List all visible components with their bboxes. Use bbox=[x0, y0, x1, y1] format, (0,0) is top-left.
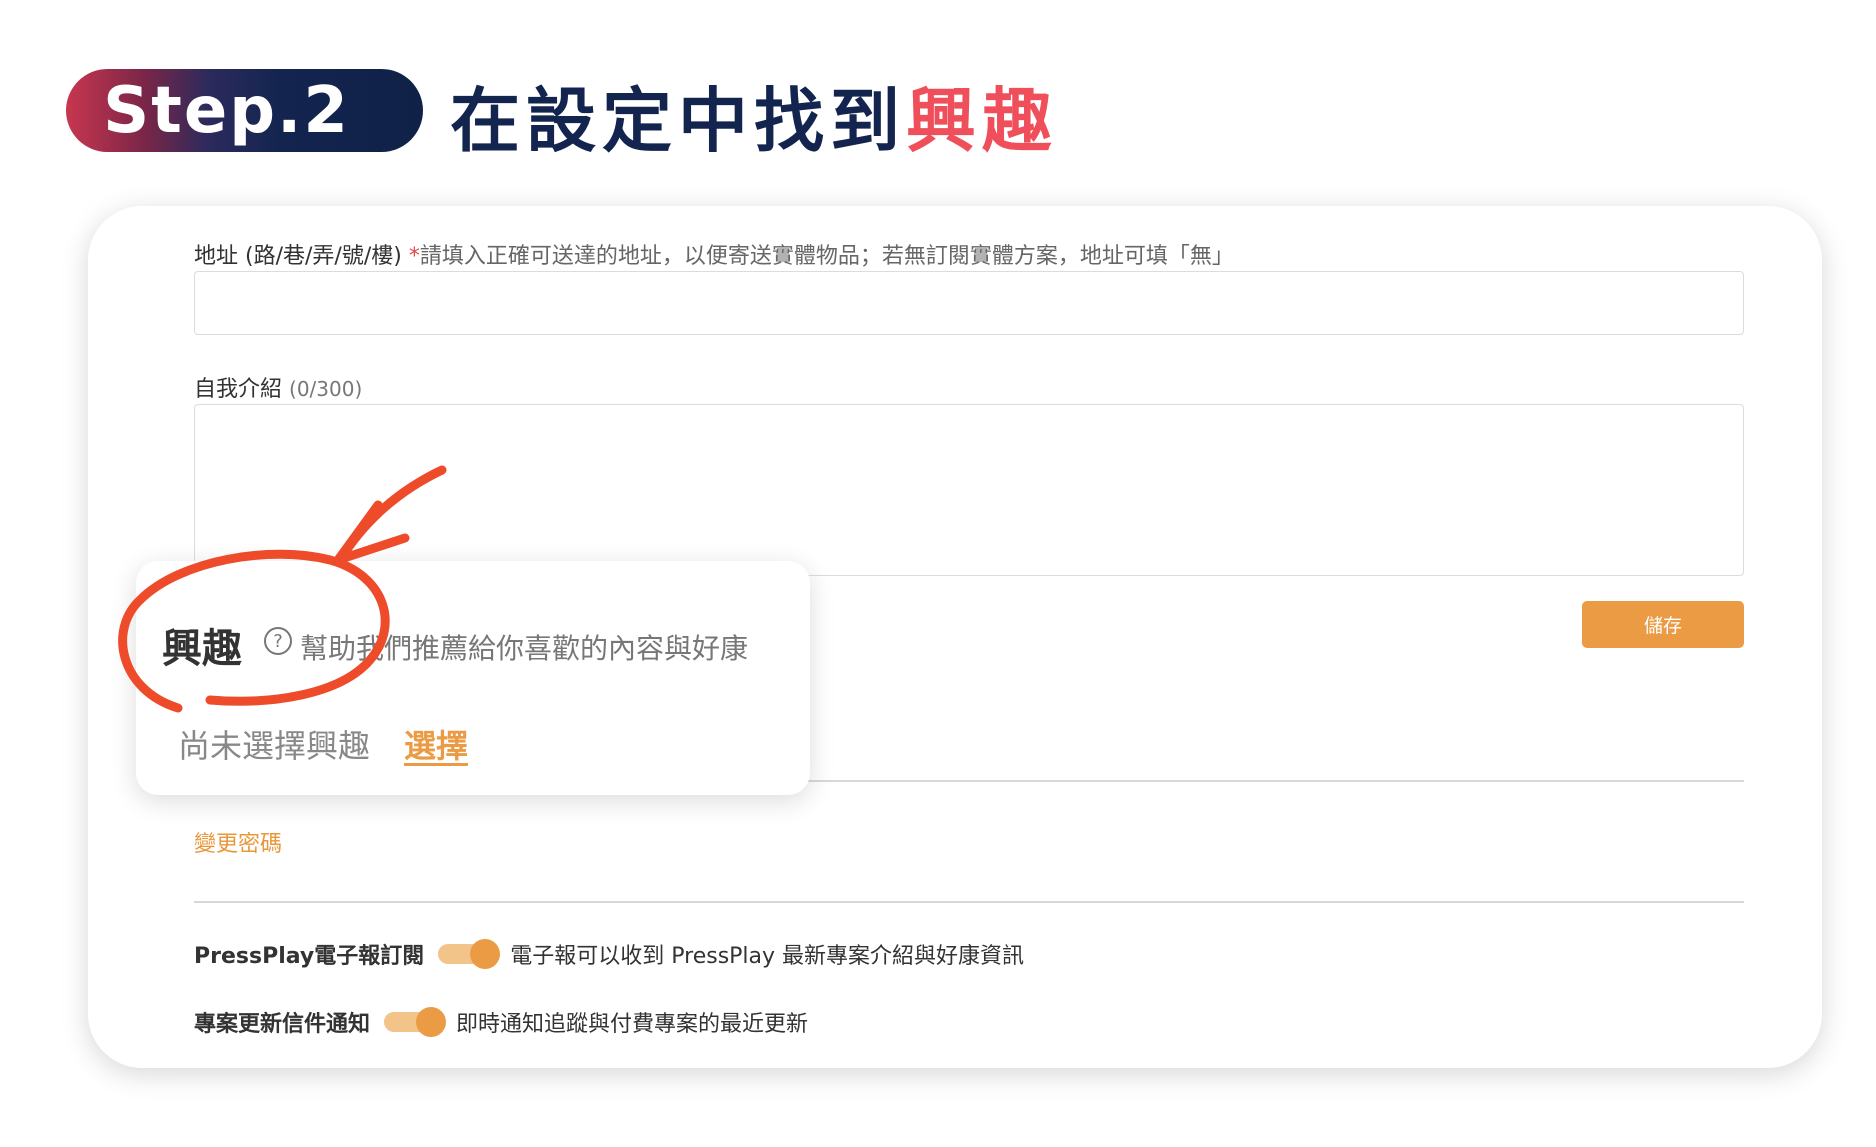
newsletter-toggle[interactable] bbox=[438, 939, 501, 969]
newsletter-description: 電子報可以收到 PressPlay 最新專案介紹與好康資訊 bbox=[510, 944, 1025, 969]
newsletter-row: PressPlay電子報訂閱 電子報可以收到 PressPlay 最新專案介紹與… bbox=[194, 938, 1024, 970]
bio-label: 自我介紹 (0/300) bbox=[194, 377, 363, 402]
title-highlight: 興趣 bbox=[906, 79, 1058, 162]
divider bbox=[194, 901, 1744, 903]
toggle-knob bbox=[416, 1007, 447, 1037]
step-label: Step.2 bbox=[103, 73, 350, 148]
step-badge: Step.2 bbox=[66, 69, 423, 152]
project-update-label: 專案更新信件通知 bbox=[194, 1012, 371, 1037]
page-title: 在設定中找到 興趣 bbox=[450, 70, 1058, 162]
required-mark: * bbox=[408, 244, 420, 269]
address-hint: 請填入正確可送達的地址，以便寄送實體物品；若無訂閱實體方案，地址可填「無」 bbox=[419, 244, 1234, 269]
interest-empty-text: 尚未選擇興趣 bbox=[178, 727, 371, 765]
page: Step.2 在設定中找到 興趣 地址 (路/巷/弄/號/樓) *請填入正確可送達… bbox=[0, 0, 1876, 1147]
address-label: 地址 (路/巷/弄/號/樓) *請填入正確可送達的地址，以便寄送實體物品；若無訂… bbox=[194, 244, 1234, 269]
title-main: 在設定中找到 bbox=[450, 79, 906, 162]
interest-title: 興趣 bbox=[162, 626, 242, 672]
interest-select-link[interactable]: 選擇 bbox=[404, 721, 468, 767]
project-update-row: 專案更新信件通知 即時通知追蹤與付費專案的最近更新 bbox=[194, 1006, 808, 1038]
change-password-link[interactable]: 變更密碼 bbox=[194, 826, 282, 858]
project-update-description: 即時通知追蹤與付費專案的最近更新 bbox=[456, 1012, 809, 1037]
save-button[interactable]: 儲存 bbox=[1582, 601, 1744, 648]
project-update-toggle[interactable] bbox=[384, 1007, 447, 1037]
bio-textarea[interactable] bbox=[194, 404, 1744, 576]
help-icon[interactable]: ? bbox=[264, 627, 292, 655]
toggle-knob bbox=[470, 939, 501, 969]
address-input[interactable] bbox=[194, 271, 1744, 335]
newsletter-label: PressPlay電子報訂閱 bbox=[194, 944, 425, 969]
interest-description: 幫助我們推薦給你喜歡的內容與好康 bbox=[300, 632, 749, 665]
bio-counter: (0/300) bbox=[289, 377, 363, 401]
interest-popup: 興趣 ? 幫助我們推薦給你喜歡的內容與好康 尚未選擇興趣 選擇 bbox=[136, 561, 810, 795]
